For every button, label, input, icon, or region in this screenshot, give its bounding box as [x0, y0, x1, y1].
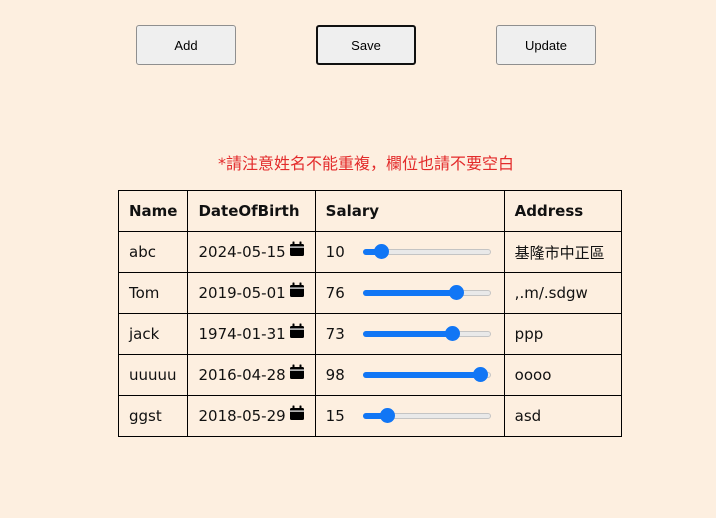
salary-slider[interactable]: [362, 408, 491, 424]
calendar-icon[interactable]: [289, 282, 305, 298]
address-cell[interactable]: ,.m/.sdgw: [503, 272, 622, 314]
salary-cell: 76: [314, 272, 505, 314]
slider-fill: [362, 372, 481, 378]
date-value: 2019-05-01: [198, 284, 286, 302]
address-cell[interactable]: ppp: [503, 313, 622, 355]
salary-value: 98: [325, 366, 345, 384]
table-row: jack 1974-01-31 73 ppp: [117, 313, 622, 355]
date-of-birth-cell[interactable]: 2016-04-28: [187, 354, 316, 396]
employee-table: Name DateOfBirth Salary Address abc 2024-…: [117, 190, 622, 437]
address-cell[interactable]: asd: [503, 395, 622, 437]
date-value: 2024-05-15: [198, 243, 286, 261]
slider-fill: [362, 290, 457, 296]
calendar-icon[interactable]: [289, 323, 305, 339]
name-cell[interactable]: uuuuu: [117, 354, 189, 396]
table-row: uuuuu 2016-04-28 98 oooo: [117, 354, 622, 396]
date-of-birth-cell[interactable]: 2024-05-15: [187, 231, 316, 273]
table-row: abc 2024-05-15 10 基隆市中正區: [117, 231, 622, 273]
salary-slider[interactable]: [362, 244, 491, 260]
date-input[interactable]: 2019-05-01: [198, 282, 305, 302]
salary-value: 15: [325, 407, 345, 425]
header-name: Name: [117, 190, 189, 232]
slider-thumb[interactable]: [448, 285, 464, 300]
salary-slider[interactable]: [362, 367, 491, 383]
header-address: Address: [503, 190, 622, 232]
address-cell[interactable]: oooo: [503, 354, 622, 396]
table-row: ggst 2018-05-29 15 asd: [117, 395, 622, 437]
calendar-icon[interactable]: [289, 364, 305, 380]
slider-thumb[interactable]: [473, 367, 489, 382]
date-input[interactable]: 1974-01-31: [198, 323, 305, 343]
slider-fill: [362, 331, 453, 337]
salary-slider[interactable]: [362, 285, 491, 301]
salary-cell: 15: [314, 395, 505, 437]
name-cell[interactable]: abc: [117, 231, 189, 273]
salary-slider[interactable]: [362, 326, 491, 342]
salary-cell: 98: [314, 354, 505, 396]
date-input[interactable]: 2018-05-29: [198, 405, 305, 425]
date-of-birth-cell[interactable]: 1974-01-31: [187, 313, 316, 355]
date-of-birth-cell[interactable]: 2018-05-29: [187, 395, 316, 437]
date-input[interactable]: 2016-04-28: [198, 364, 305, 384]
header-salary: Salary: [314, 190, 505, 232]
save-button[interactable]: Save: [316, 25, 416, 65]
calendar-icon[interactable]: [289, 241, 305, 257]
salary-value: 73: [325, 325, 345, 343]
salary-cell: 73: [314, 313, 505, 355]
table-header-row: Name DateOfBirth Salary Address: [117, 190, 622, 232]
date-value: 2016-04-28: [198, 366, 286, 384]
validation-notice: *請注意姓名不能重複，欄位也請不要空白: [217, 154, 514, 173]
name-cell[interactable]: jack: [117, 313, 189, 355]
slider-thumb[interactable]: [373, 244, 389, 259]
address-cell[interactable]: 基隆市中正區: [503, 231, 622, 273]
date-of-birth-cell[interactable]: 2019-05-01: [187, 272, 316, 314]
date-value: 1974-01-31: [198, 325, 286, 343]
salary-cell: 10: [314, 231, 505, 273]
slider-thumb[interactable]: [379, 408, 395, 423]
slider-thumb[interactable]: [445, 326, 461, 341]
add-button[interactable]: Add: [136, 25, 236, 65]
salary-value: 76: [325, 284, 345, 302]
name-cell[interactable]: Tom: [117, 272, 189, 314]
salary-value: 10: [325, 243, 345, 261]
date-input[interactable]: 2024-05-15: [198, 241, 305, 261]
calendar-icon[interactable]: [289, 405, 305, 421]
header-date-of-birth: DateOfBirth: [187, 190, 316, 232]
date-value: 2018-05-29: [198, 407, 286, 425]
table-row: Tom 2019-05-01 76 ,.m/.sdgw: [117, 272, 622, 314]
name-cell[interactable]: ggst: [117, 395, 189, 437]
update-button[interactable]: Update: [496, 25, 596, 65]
